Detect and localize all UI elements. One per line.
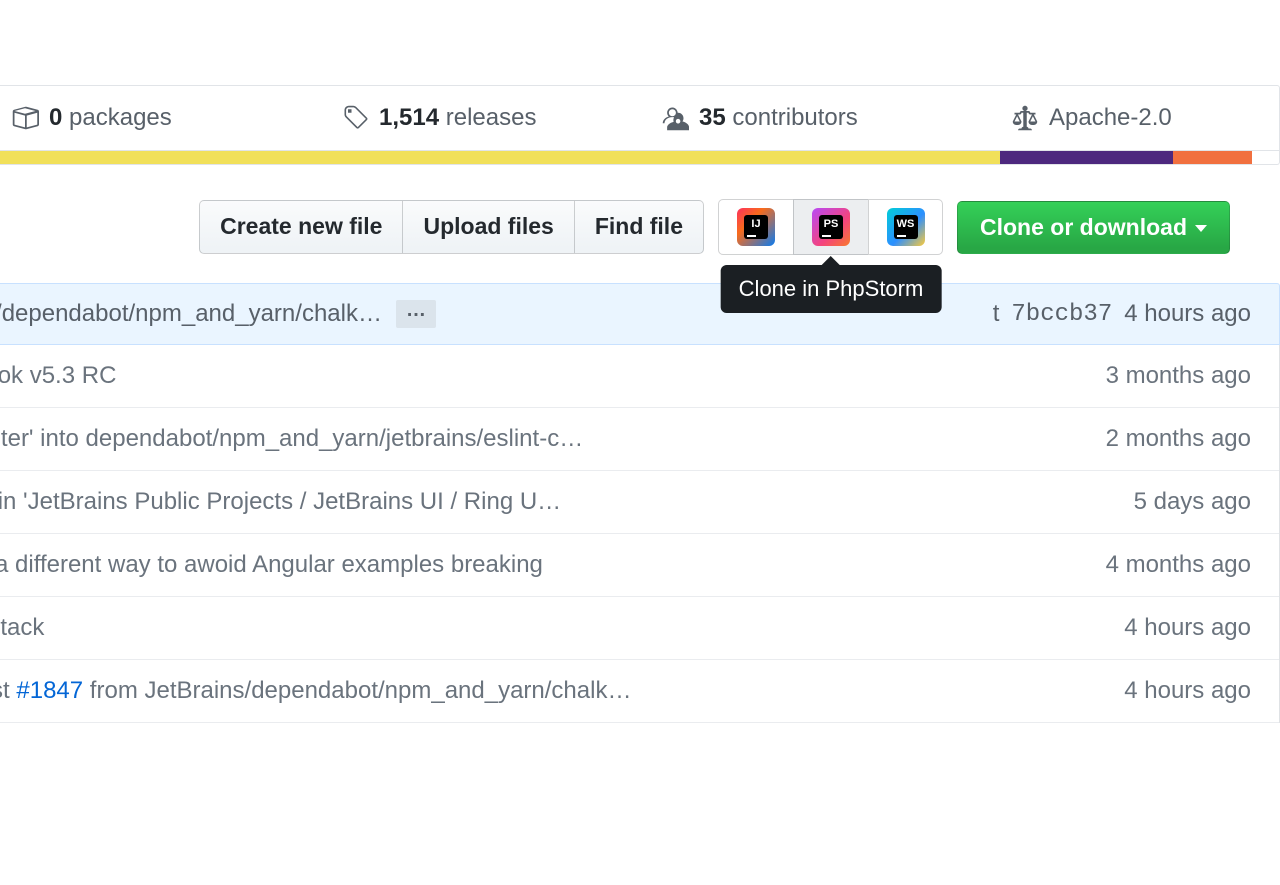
- file-age: 2 months ago: [1106, 425, 1251, 453]
- clone-or-download-button[interactable]: Clone or download: [957, 201, 1230, 254]
- intellij-icon: IJ: [739, 210, 773, 244]
- file-commit-message[interactable]: nge in 'JetBrains Public Projects / JetB…: [0, 488, 581, 516]
- file-commit-message[interactable]: 'master' into dependabot/npm_and_yarn/je…: [0, 425, 603, 453]
- clone-webstorm-button[interactable]: WS: [868, 199, 943, 255]
- license-link[interactable]: Apache-2.0: [981, 104, 1241, 132]
- chevron-down-icon: [1195, 225, 1207, 232]
- package-icon: [11, 104, 39, 132]
- file-age: 3 months ago: [1106, 362, 1251, 390]
- latest-commit-bar: ains/dependabot/npm_and_yarn/chalk… … t …: [0, 283, 1280, 345]
- file-commit-message[interactable]: quest #1847 from JetBrains/dependabot/np…: [0, 677, 651, 705]
- language-segment: [0, 151, 1000, 164]
- file-row[interactable]: quest #1847 from JetBrains/dependabot/np…: [0, 660, 1279, 723]
- contributors-label: contributors: [732, 104, 857, 131]
- file-row[interactable]: serStack 4 hours ago: [0, 597, 1279, 660]
- law-icon: [1011, 104, 1039, 132]
- commit-trailing: t: [993, 300, 1000, 328]
- file-commit-message[interactable]: rybook v5.3 RC: [0, 362, 136, 390]
- file-actions-group: Create new file Upload files Find file: [199, 200, 704, 254]
- packages-count: 0: [49, 104, 62, 131]
- file-row[interactable]: 'master' into dependabot/npm_and_yarn/je…: [0, 408, 1279, 471]
- contributors-link[interactable]: 35 contributors: [631, 104, 981, 132]
- issue-link[interactable]: #1847: [16, 677, 83, 704]
- releases-label: releases: [446, 104, 537, 131]
- releases-link[interactable]: 1,514 releases: [311, 104, 631, 132]
- language-segment: [1173, 151, 1253, 164]
- file-row[interactable]: rybook v5.3 RC 3 months ago: [0, 345, 1279, 408]
- file-list: rybook v5.3 RC 3 months ago 'master' int…: [0, 345, 1280, 723]
- expand-commit-button[interactable]: …: [396, 300, 436, 328]
- people-icon: [661, 104, 689, 132]
- commit-time: 4 hours ago: [1124, 300, 1251, 328]
- file-commit-message[interactable]: serStack: [0, 614, 64, 642]
- commit-sha[interactable]: 7bccb37: [1011, 301, 1112, 328]
- file-age: 4 hours ago: [1124, 677, 1251, 705]
- create-new-file-button[interactable]: Create new file: [199, 200, 402, 254]
- file-row[interactable]: nge in 'JetBrains Public Projects / JetB…: [0, 471, 1279, 534]
- file-age: 4 months ago: [1106, 551, 1251, 579]
- file-age: 5 days ago: [1134, 488, 1251, 516]
- find-file-button[interactable]: Find file: [574, 200, 704, 254]
- phpstorm-icon: PS: [814, 210, 848, 244]
- packages-label: packages: [69, 104, 172, 131]
- contributors-count: 35: [699, 104, 726, 131]
- file-actions-row: Create new file Upload files Find file I…: [0, 199, 1280, 255]
- ide-button-group: IJ PS Clone in PhpStorm WS: [718, 199, 943, 255]
- commit-message-link[interactable]: ains/dependabot/npm_and_yarn/chalk…: [0, 300, 382, 328]
- file-commit-message[interactable]: s in a different way to awoid Angular ex…: [0, 551, 563, 579]
- repo-summary-bar: 0 packages 1,514 releases 35 contributor…: [0, 85, 1280, 151]
- file-row[interactable]: s in a different way to awoid Angular ex…: [0, 534, 1279, 597]
- packages-link[interactable]: 0 packages: [0, 104, 311, 132]
- file-age: 4 hours ago: [1124, 614, 1251, 642]
- language-segment: [1000, 151, 1173, 164]
- upload-files-button[interactable]: Upload files: [402, 200, 573, 254]
- ide-tooltip: Clone in PhpStorm: [721, 265, 942, 313]
- clone-intellij-button[interactable]: IJ: [718, 199, 793, 255]
- tag-icon: [341, 104, 369, 132]
- webstorm-icon: WS: [889, 210, 923, 244]
- clone-phpstorm-button[interactable]: PS Clone in PhpStorm: [793, 199, 868, 255]
- license-name: Apache-2.0: [1049, 104, 1172, 132]
- releases-count: 1,514: [379, 104, 439, 131]
- language-bar[interactable]: [0, 151, 1280, 165]
